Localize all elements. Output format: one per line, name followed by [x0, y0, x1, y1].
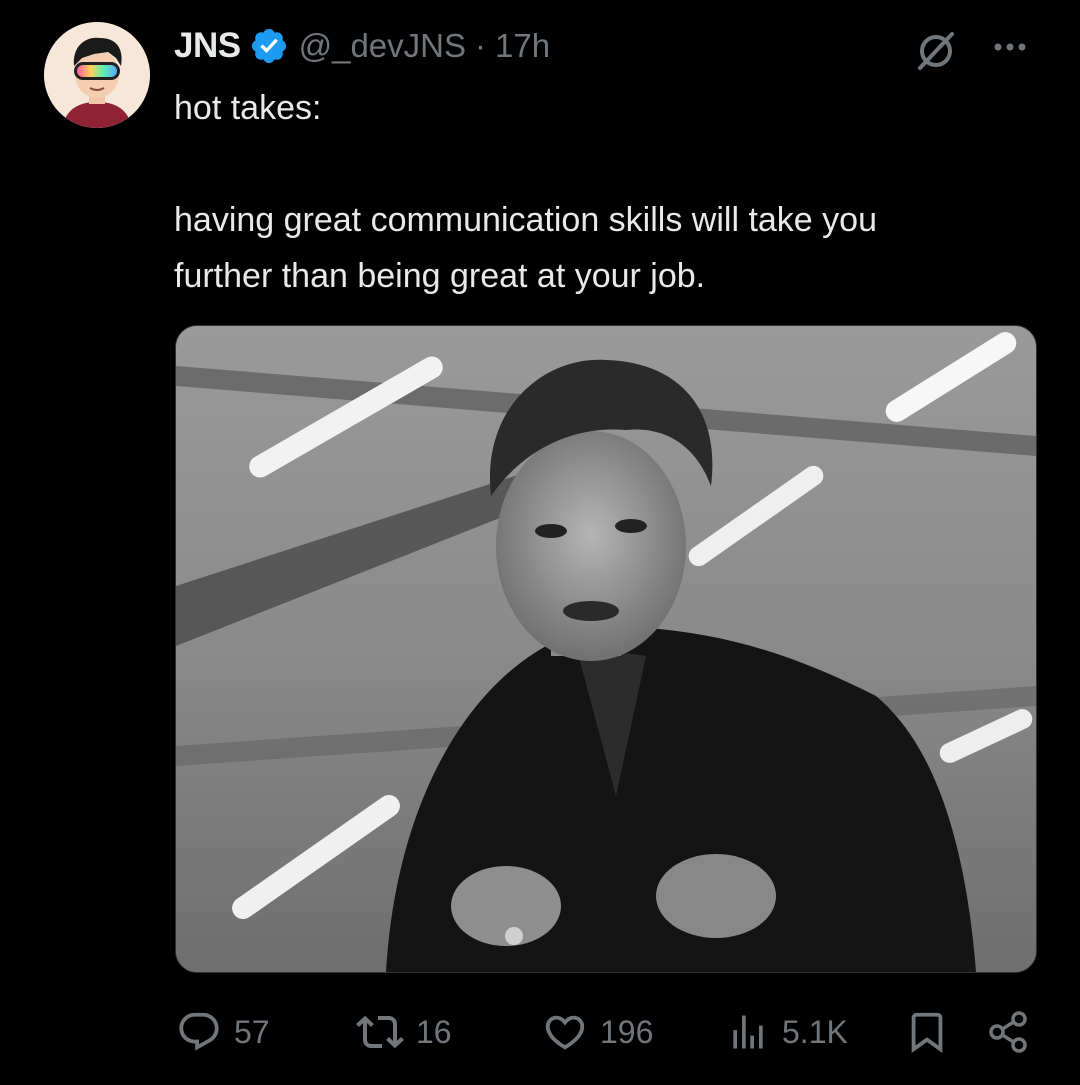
- reply-icon: [176, 1009, 222, 1055]
- tweet-actions: 57 16 196 5.1K: [0, 1004, 1080, 1060]
- verified-badge-icon[interactable]: [249, 26, 289, 66]
- more-icon[interactable]: [990, 32, 1030, 62]
- photo-illustration: [176, 326, 1036, 972]
- heart-icon: [542, 1009, 588, 1055]
- like-count: 196: [600, 1013, 654, 1050]
- display-name[interactable]: JNS: [174, 26, 241, 66]
- share-icon: [986, 1009, 1032, 1055]
- bookmark-icon: [904, 1008, 950, 1056]
- grok-icon[interactable]: [912, 26, 960, 74]
- avatar-illustration: [44, 22, 150, 128]
- share-button[interactable]: [986, 1004, 1032, 1060]
- bookmark-button[interactable]: [904, 1004, 950, 1060]
- tweet-photo[interactable]: [175, 325, 1037, 973]
- handle[interactable]: @_devJNS: [299, 27, 466, 65]
- reply-count: 57: [234, 1013, 270, 1050]
- like-button[interactable]: 196: [542, 1004, 653, 1060]
- tweet-text: hot takes: having great communication sk…: [174, 89, 877, 295]
- tweet-header: JNS @_devJNS · 17h: [174, 24, 550, 68]
- avatar[interactable]: [44, 22, 150, 128]
- separator-dot: ·: [475, 27, 486, 64]
- views-icon: [726, 1009, 770, 1055]
- timestamp[interactable]: 17h: [495, 27, 550, 65]
- reply-button[interactable]: 57: [176, 1004, 270, 1060]
- tweet-screen: JNS @_devJNS · 17h hot takes: having gre…: [0, 0, 1080, 1085]
- repost-icon: [356, 1008, 404, 1056]
- repost-count: 16: [416, 1013, 452, 1050]
- repost-button[interactable]: 16: [356, 1004, 452, 1060]
- views-count: 5.1K: [782, 1013, 848, 1050]
- views-button[interactable]: 5.1K: [726, 1004, 848, 1060]
